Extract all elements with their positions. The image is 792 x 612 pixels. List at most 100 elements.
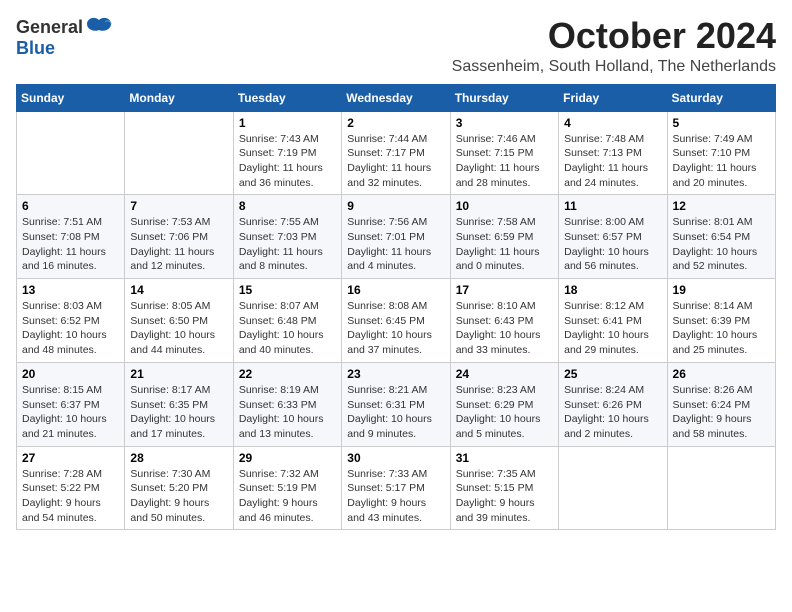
day-number: 1 — [239, 116, 336, 130]
calendar-cell — [667, 446, 775, 530]
day-info: Sunrise: 7:32 AM Sunset: 5:19 PM Dayligh… — [239, 467, 336, 526]
day-info: Sunrise: 7:56 AM Sunset: 7:01 PM Dayligh… — [347, 215, 444, 274]
day-info: Sunrise: 8:15 AM Sunset: 6:37 PM Dayligh… — [22, 383, 119, 442]
day-number: 8 — [239, 199, 336, 213]
day-info: Sunrise: 7:33 AM Sunset: 5:17 PM Dayligh… — [347, 467, 444, 526]
day-number: 26 — [673, 367, 770, 381]
logo: General Blue — [16, 16, 113, 59]
day-number: 5 — [673, 116, 770, 130]
day-info: Sunrise: 8:14 AM Sunset: 6:39 PM Dayligh… — [673, 299, 770, 358]
weekday-header: Sunday — [17, 84, 125, 111]
calendar-cell: 1 Sunrise: 7:43 AM Sunset: 7:19 PM Daylig… — [233, 111, 341, 195]
calendar-cell — [17, 111, 125, 195]
calendar-table: SundayMondayTuesdayWednesdayThursdayFrid… — [16, 84, 776, 531]
calendar-cell: 31 Sunrise: 7:35 AM Sunset: 5:15 PM Dayli… — [450, 446, 558, 530]
weekday-header: Thursday — [450, 84, 558, 111]
weekday-header: Monday — [125, 84, 233, 111]
calendar-cell: 8 Sunrise: 7:55 AM Sunset: 7:03 PM Daylig… — [233, 195, 341, 279]
day-number: 24 — [456, 367, 553, 381]
day-info: Sunrise: 8:24 AM Sunset: 6:26 PM Dayligh… — [564, 383, 661, 442]
logo-text-general: General — [16, 17, 83, 38]
logo-bird-icon — [85, 16, 113, 38]
calendar-cell: 13 Sunrise: 8:03 AM Sunset: 6:52 PM Dayli… — [17, 279, 125, 363]
day-info: Sunrise: 7:49 AM Sunset: 7:10 PM Dayligh… — [673, 132, 770, 191]
calendar-cell: 3 Sunrise: 7:46 AM Sunset: 7:15 PM Daylig… — [450, 111, 558, 195]
calendar-cell: 6 Sunrise: 7:51 AM Sunset: 7:08 PM Daylig… — [17, 195, 125, 279]
day-number: 29 — [239, 451, 336, 465]
calendar-cell: 12Sunrise: 8:01 AM Sunset: 6:54 PM Dayli… — [667, 195, 775, 279]
day-info: Sunrise: 7:51 AM Sunset: 7:08 PM Dayligh… — [22, 215, 119, 274]
calendar-cell: 16Sunrise: 8:08 AM Sunset: 6:45 PM Dayli… — [342, 279, 450, 363]
title-area: October 2024 Sassenheim, South Holland, … — [452, 16, 776, 76]
calendar-cell: 30 Sunrise: 7:33 AM Sunset: 5:17 PM Dayli… — [342, 446, 450, 530]
day-info: Sunrise: 8:26 AM Sunset: 6:24 PM Dayligh… — [673, 383, 770, 442]
day-number: 7 — [130, 199, 227, 213]
day-info: Sunrise: 7:28 AM Sunset: 5:22 PM Dayligh… — [22, 467, 119, 526]
calendar-cell: 20 Sunrise: 8:15 AM Sunset: 6:37 PM Dayli… — [17, 362, 125, 446]
day-number: 30 — [347, 451, 444, 465]
day-info: Sunrise: 7:48 AM Sunset: 7:13 PM Dayligh… — [564, 132, 661, 191]
calendar-cell: 23 Sunrise: 8:21 AM Sunset: 6:31 PM Dayli… — [342, 362, 450, 446]
calendar-cell — [125, 111, 233, 195]
day-info: Sunrise: 7:35 AM Sunset: 5:15 PM Dayligh… — [456, 467, 553, 526]
day-info: Sunrise: 8:01 AM Sunset: 6:54 PM Dayligh… — [673, 215, 770, 274]
calendar-cell: 5 Sunrise: 7:49 AM Sunset: 7:10 PM Daylig… — [667, 111, 775, 195]
logo-text-blue: Blue — [16, 38, 55, 59]
day-info: Sunrise: 7:46 AM Sunset: 7:15 PM Dayligh… — [456, 132, 553, 191]
day-number: 6 — [22, 199, 119, 213]
day-number: 15 — [239, 283, 336, 297]
calendar-cell: 26 Sunrise: 8:26 AM Sunset: 6:24 PM Dayli… — [667, 362, 775, 446]
day-info: Sunrise: 8:10 AM Sunset: 6:43 PM Dayligh… — [456, 299, 553, 358]
day-info: Sunrise: 8:05 AM Sunset: 6:50 PM Dayligh… — [130, 299, 227, 358]
day-info: Sunrise: 7:53 AM Sunset: 7:06 PM Dayligh… — [130, 215, 227, 274]
calendar-header-row: SundayMondayTuesdayWednesdayThursdayFrid… — [17, 84, 776, 111]
calendar-week-row: 20 Sunrise: 8:15 AM Sunset: 6:37 PM Dayli… — [17, 362, 776, 446]
day-info: Sunrise: 7:44 AM Sunset: 7:17 PM Dayligh… — [347, 132, 444, 191]
calendar-cell: 24Sunrise: 8:23 AM Sunset: 6:29 PM Dayli… — [450, 362, 558, 446]
day-number: 25 — [564, 367, 661, 381]
calendar-cell: 19 Sunrise: 8:14 AM Sunset: 6:39 PM Dayli… — [667, 279, 775, 363]
day-info: Sunrise: 8:03 AM Sunset: 6:52 PM Dayligh… — [22, 299, 119, 358]
calendar-cell: 21Sunrise: 8:17 AM Sunset: 6:35 PM Dayli… — [125, 362, 233, 446]
day-info: Sunrise: 7:43 AM Sunset: 7:19 PM Dayligh… — [239, 132, 336, 191]
calendar-cell: 7 Sunrise: 7:53 AM Sunset: 7:06 PM Daylig… — [125, 195, 233, 279]
day-info: Sunrise: 8:08 AM Sunset: 6:45 PM Dayligh… — [347, 299, 444, 358]
day-info: Sunrise: 8:07 AM Sunset: 6:48 PM Dayligh… — [239, 299, 336, 358]
calendar-week-row: 27Sunrise: 7:28 AM Sunset: 5:22 PM Dayli… — [17, 446, 776, 530]
day-number: 9 — [347, 199, 444, 213]
day-number: 14 — [130, 283, 227, 297]
calendar-cell: 25 Sunrise: 8:24 AM Sunset: 6:26 PM Dayli… — [559, 362, 667, 446]
calendar-cell: 2 Sunrise: 7:44 AM Sunset: 7:17 PM Daylig… — [342, 111, 450, 195]
calendar-cell: 27Sunrise: 7:28 AM Sunset: 5:22 PM Dayli… — [17, 446, 125, 530]
day-number: 13 — [22, 283, 119, 297]
page-header: General Blue October 2024 Sassenheim, So… — [16, 16, 776, 76]
day-info: Sunrise: 8:21 AM Sunset: 6:31 PM Dayligh… — [347, 383, 444, 442]
day-info: Sunrise: 8:17 AM Sunset: 6:35 PM Dayligh… — [130, 383, 227, 442]
day-info: Sunrise: 7:55 AM Sunset: 7:03 PM Dayligh… — [239, 215, 336, 274]
day-info: Sunrise: 8:00 AM Sunset: 6:57 PM Dayligh… — [564, 215, 661, 274]
day-info: Sunrise: 8:19 AM Sunset: 6:33 PM Dayligh… — [239, 383, 336, 442]
calendar-cell: 22 Sunrise: 8:19 AM Sunset: 6:33 PM Dayli… — [233, 362, 341, 446]
day-number: 3 — [456, 116, 553, 130]
weekday-header: Saturday — [667, 84, 775, 111]
month-title: October 2024 — [452, 16, 776, 56]
day-number: 4 — [564, 116, 661, 130]
weekday-header: Wednesday — [342, 84, 450, 111]
calendar-cell: 9 Sunrise: 7:56 AM Sunset: 7:01 PM Daylig… — [342, 195, 450, 279]
day-info: Sunrise: 7:58 AM Sunset: 6:59 PM Dayligh… — [456, 215, 553, 274]
day-number: 23 — [347, 367, 444, 381]
day-number: 19 — [673, 283, 770, 297]
calendar-cell: 4 Sunrise: 7:48 AM Sunset: 7:13 PM Daylig… — [559, 111, 667, 195]
day-number: 10 — [456, 199, 553, 213]
day-info: Sunrise: 7:30 AM Sunset: 5:20 PM Dayligh… — [130, 467, 227, 526]
calendar-cell: 15 Sunrise: 8:07 AM Sunset: 6:48 PM Dayli… — [233, 279, 341, 363]
calendar-cell: 28Sunrise: 7:30 AM Sunset: 5:20 PM Dayli… — [125, 446, 233, 530]
calendar-cell: 17Sunrise: 8:10 AM Sunset: 6:43 PM Dayli… — [450, 279, 558, 363]
day-number: 20 — [22, 367, 119, 381]
day-number: 31 — [456, 451, 553, 465]
location-subtitle: Sassenheim, South Holland, The Netherlan… — [452, 58, 776, 76]
day-number: 22 — [239, 367, 336, 381]
calendar-cell: 10 Sunrise: 7:58 AM Sunset: 6:59 PM Dayli… — [450, 195, 558, 279]
weekday-header: Friday — [559, 84, 667, 111]
day-number: 2 — [347, 116, 444, 130]
